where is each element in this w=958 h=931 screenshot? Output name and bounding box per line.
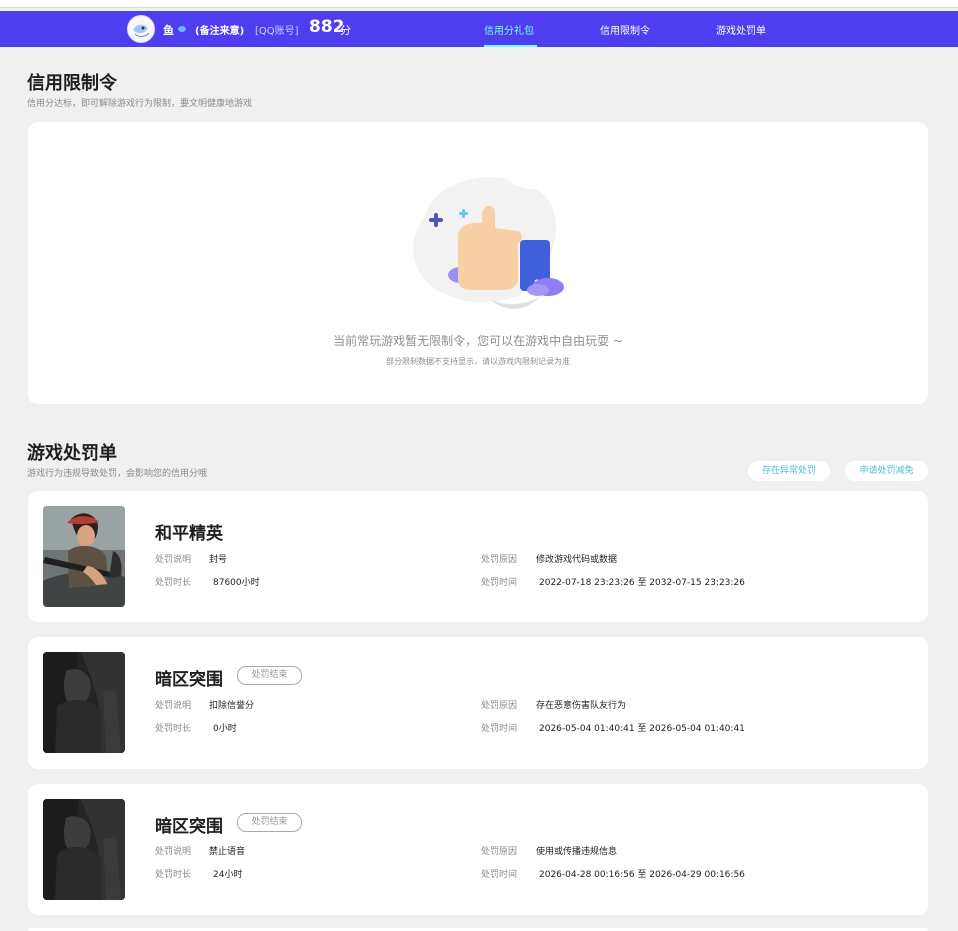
penalty-duration-value: 0小时 [213, 724, 237, 734]
penalty-duration-value: 24小时 [213, 870, 243, 880]
penalty-card: 暗区突围 处罚结束 处罚说明 扣除信誉分 处罚时长 0小时 处罚原因 存在恶意伤… [28, 637, 928, 769]
active-tab-indicator [484, 45, 537, 47]
avatar-fish-icon [128, 16, 154, 42]
qq-account-label: [QQ账号] [255, 26, 299, 37]
penalty-time-label: 处罚时间 [481, 578, 518, 588]
game-thumbnail [43, 652, 125, 753]
game-thumbnail [43, 506, 125, 607]
penalty-card: 和平精英 处罚说明 封号 处罚时长 87600小时 处罚原因 修改游戏代码或数据… [28, 491, 928, 622]
penalty-card: 暗区突围 处罚结束 处罚说明 禁止语音 处罚时长 24小时 处罚原因 使用或传播… [28, 784, 928, 915]
penalty-section-subtitle: 游戏行为违规导致处罚，会影响您的信用分哦 [27, 469, 208, 479]
penalty-desc-value: 禁止语音 [209, 847, 246, 857]
user-name: 鱼 [163, 24, 174, 37]
user-avatar[interactable] [127, 15, 155, 43]
apply-penalty-reduction-button[interactable]: 申请处罚减免 [845, 461, 928, 481]
nav-tab-game-penalty[interactable]: 游戏处罚单 [716, 22, 766, 37]
penalty-desc-value: 扣除信誉分 [209, 701, 255, 711]
penalty-time-label: 处罚时间 [481, 870, 518, 880]
game-title: 和平精英 [155, 524, 223, 544]
penalty-desc-value: 封号 [209, 555, 228, 565]
empty-restriction-message: 当前常玩游戏暂无限制令，您可以在游戏中自由玩耍 ~ [333, 334, 623, 348]
penalty-time-value: 2026-05-04 01:40:41 至 2026-05-04 01:40:4… [539, 724, 745, 734]
restriction-card: 当前常玩游戏暂无限制令，您可以在游戏中自由玩耍 ~ 部分限制数据不支持显示，请以… [28, 122, 928, 404]
arena-breakout-game-icon [43, 652, 125, 753]
penalty-time-value: 2022-07-18 23:23:26 至 2032-07-15 23:23:2… [539, 578, 745, 588]
penalty-duration-label: 处罚时长 [155, 578, 192, 588]
browser-top-line [0, 0, 958, 8]
penalty-section-title: 游戏处罚单 [27, 443, 117, 464]
empty-restriction-note: 部分限制数据不支持显示，请以游戏内限制记录为准 [386, 357, 570, 366]
penalty-reason-value: 修改游戏代码或数据 [536, 555, 618, 565]
penalty-reason-label: 处罚原因 [481, 701, 518, 711]
penalty-time-label: 处罚时间 [481, 724, 518, 734]
nav-tab-credit-restriction[interactable]: 信用限制令 [600, 22, 650, 37]
top-navigation-bar: 鱼 (备注来意) [QQ账号] 882 分 信用分礼包 信用限制令 游戏处罚单 [0, 11, 958, 47]
restriction-section-subtitle: 信用分达标，即可解除游戏行为限制，要文明健康地游戏 [27, 99, 253, 109]
arena-breakout-game-icon [43, 799, 125, 900]
penalty-desc-label: 处罚说明 [155, 555, 192, 565]
game-title: 暗区突围 [155, 817, 223, 837]
status-badge: 处罚结束 [237, 666, 302, 685]
nav-tab-credit-gift[interactable]: 信用分礼包 [484, 22, 534, 37]
abnormal-penalty-button[interactable]: 存在异常处罚 [748, 461, 830, 481]
penalty-time-value: 2026-04-28 00:16:56 至 2026-04-29 00:16:5… [539, 870, 745, 880]
penalty-desc-label: 处罚说明 [155, 701, 192, 711]
penalty-duration-value: 87600小时 [213, 578, 260, 588]
peace-elite-game-icon [43, 506, 125, 607]
penalty-reason-label: 处罚原因 [481, 847, 518, 857]
game-thumbnail [43, 799, 125, 900]
thumbs-up-illustration-icon [413, 167, 564, 309]
penalty-desc-label: 处罚说明 [155, 847, 192, 857]
penalty-reason-value: 使用或传播违规信息 [536, 847, 618, 857]
user-note: (备注来意) [195, 26, 245, 37]
credit-score-unit: 分 [340, 24, 351, 37]
penalty-duration-label: 处罚时长 [155, 724, 192, 734]
status-badge: 处罚结束 [237, 813, 302, 832]
restriction-section-title: 信用限制令 [27, 73, 117, 94]
penalty-reason-value: 存在恶意伤害队友行为 [536, 701, 627, 711]
penalty-duration-label: 处罚时长 [155, 870, 192, 880]
game-title: 暗区突围 [155, 670, 223, 690]
penalty-reason-label: 处罚原因 [481, 555, 518, 565]
fish-badge-icon [178, 26, 186, 32]
